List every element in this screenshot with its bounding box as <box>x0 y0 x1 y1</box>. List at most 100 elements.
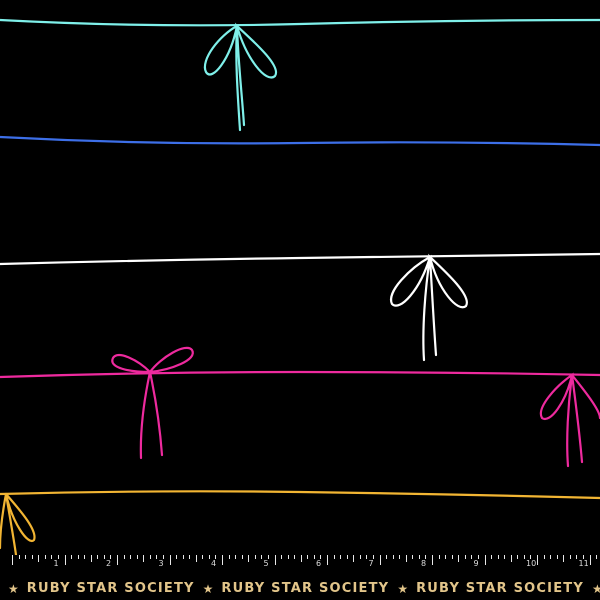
ruler-tick <box>77 555 79 559</box>
ruler-tick <box>471 555 473 559</box>
gold-bow-icon <box>0 492 36 555</box>
ruler-tick <box>228 555 230 559</box>
ruler-tick <box>44 555 46 559</box>
white-bow-icon <box>389 253 468 362</box>
star-icon: ★ <box>8 581 19 596</box>
ruler-tick <box>274 555 276 565</box>
ruler-number: 3 <box>158 559 164 568</box>
ruler-tick <box>346 555 348 559</box>
ruler-tick <box>235 555 237 559</box>
ruler-tick <box>432 555 433 565</box>
ruler-tick <box>123 555 125 559</box>
ruler-tick <box>103 555 105 559</box>
ruler-tick <box>195 555 197 562</box>
brand-text: RUBY STAR SOCIETY <box>416 581 584 596</box>
selvage-strip: 1 2 3 4 5 6 7 8 9 10 11 ★ RUBY STAR SOCIETY ★ RUBY ST… <box>0 555 600 600</box>
ruler-tick <box>12 555 13 565</box>
star-icon: ★ <box>397 581 409 596</box>
ruler-tick <box>313 555 315 559</box>
ruler-number: 8 <box>421 559 427 568</box>
ruler-tick <box>464 555 466 559</box>
ruler-tick <box>563 555 565 562</box>
ruler-number: 4 <box>211 559 217 568</box>
ruler-tick <box>405 555 407 562</box>
ruler-number: 7 <box>368 559 374 568</box>
ruler-tick <box>169 555 171 565</box>
star-icon: ★ <box>591 581 600 596</box>
ruler-number: 1 <box>53 559 59 568</box>
ruler-tick <box>208 555 210 559</box>
ruler-tick <box>84 555 86 559</box>
ruler-tick <box>412 555 414 559</box>
ruler-tick <box>596 555 598 559</box>
ruler-tick <box>307 555 309 559</box>
ruler-tick <box>491 555 493 559</box>
ruler-tick <box>517 555 519 559</box>
ruler-tick <box>222 555 223 565</box>
ruler-tick <box>182 555 184 559</box>
ruler-tick <box>38 555 40 562</box>
aqua-string <box>0 18 600 27</box>
star-icon: ★ <box>202 581 214 596</box>
ruler-tick <box>90 555 92 562</box>
ruler-tick <box>589 555 591 565</box>
ruler-tick <box>248 555 250 562</box>
ruler-tick <box>550 555 552 559</box>
ruler-tick <box>202 555 204 559</box>
ruler-tick <box>176 555 178 559</box>
ruler-number: 10 <box>526 559 537 568</box>
brand-strip: ★ RUBY STAR SOCIETY ★ RUBY STAR SOCIETY ★ RUB… <box>0 577 600 600</box>
ruler-tick <box>156 555 158 559</box>
ruler-tick <box>143 555 145 562</box>
ruler-tick <box>379 555 381 565</box>
ruler-tick <box>438 555 440 559</box>
ruler-number: 2 <box>106 559 112 568</box>
ruler-tick <box>359 555 361 559</box>
ruler-number: 9 <box>473 559 479 568</box>
fabric-print <box>0 18 600 555</box>
ruler-tick <box>300 555 302 562</box>
ruler-tick <box>31 555 33 559</box>
ruler-number: 6 <box>316 559 322 568</box>
ruler-tick <box>576 555 578 559</box>
ruler-tick <box>340 555 342 559</box>
ruler-tick <box>445 555 447 559</box>
white-string <box>0 252 600 266</box>
ruler-tick <box>484 555 486 565</box>
ruler-tick <box>136 555 138 559</box>
ruler-tick <box>294 555 296 559</box>
ruler-tick <box>71 555 73 559</box>
gold-string <box>0 490 600 500</box>
ruler-tick <box>18 555 20 559</box>
ruler-tick <box>51 555 53 559</box>
magenta-bow-left-icon <box>111 346 194 460</box>
ruler-number: 11 <box>578 559 589 568</box>
ruler-tick <box>418 555 420 559</box>
ruler-tick <box>130 555 132 559</box>
ruler-tick <box>327 555 328 565</box>
brand-text: RUBY STAR SOCIETY <box>221 581 390 596</box>
ruler-tick <box>523 555 525 559</box>
brand-text: RUBY STAR SOCIETY <box>26 581 195 596</box>
ruler-tick <box>25 555 27 559</box>
ruler-tick <box>254 555 256 559</box>
ruler-tick <box>149 555 151 559</box>
ruler-tick <box>543 555 545 559</box>
ruler-tick <box>510 555 512 562</box>
ruler-number: 5 <box>263 559 269 568</box>
ruler-tick <box>117 555 118 565</box>
ruler-tick <box>97 555 99 559</box>
ruler: 1 2 3 4 5 6 7 8 9 10 11 <box>0 555 600 577</box>
ruler-tick <box>497 555 499 559</box>
ruler-tick <box>287 555 289 559</box>
ruler-tick <box>366 555 368 559</box>
ruler-tick <box>504 555 506 559</box>
ruler-tick <box>392 555 394 559</box>
ruler-tick <box>386 555 388 559</box>
ruler-tick <box>556 555 558 559</box>
magenta-string <box>0 370 600 379</box>
ruler-tick <box>451 555 453 559</box>
ruler-tick <box>64 555 66 565</box>
ruler-tick <box>261 555 263 559</box>
ruler-tick <box>281 555 283 559</box>
